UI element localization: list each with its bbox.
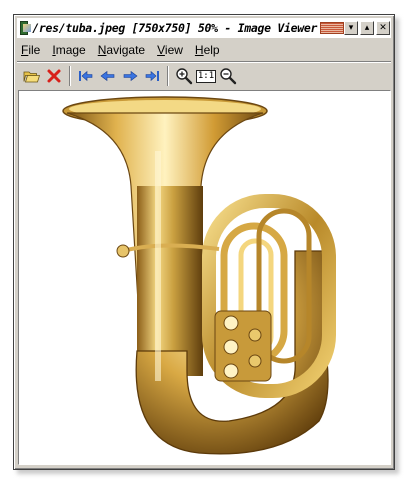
tuba-image (62, 96, 336, 455)
delete-icon[interactable] (43, 65, 65, 87)
title-decoration (320, 22, 344, 34)
app-icon[interactable] (20, 21, 32, 35)
menu-navigate-label: avigate (106, 43, 146, 57)
window-title: /res/tuba.jpeg [750x750] 50% - Image Vie… (32, 21, 318, 35)
toolbar: 1:1 (17, 64, 391, 88)
menu-image[interactable]: Image (52, 43, 85, 57)
menu-bar: File Image Navigate View Help (17, 41, 391, 59)
menu-divider (17, 61, 391, 63)
actual-size-label: 1:1 (195, 69, 217, 83)
minimize-button[interactable]: ▾ (344, 21, 358, 35)
menu-file-label: ile (28, 43, 41, 57)
toolbar-separator (69, 66, 71, 86)
menu-navigate[interactable]: Navigate (98, 43, 145, 57)
menu-file[interactable]: File (21, 43, 40, 57)
next-image-icon[interactable] (119, 65, 141, 87)
menu-view-label: iew (164, 43, 183, 57)
image-viewer-window: /res/tuba.jpeg [750x750] 50% - Image Vie… (13, 14, 395, 470)
menu-help-label: elp (203, 43, 220, 57)
zoom-in-icon[interactable] (173, 65, 195, 87)
menu-help-accel: H (194, 43, 204, 57)
menu-view-accel: V (157, 43, 165, 57)
open-folder-icon[interactable] (21, 65, 43, 87)
window-controls: ▾ ▴ ✕ (344, 21, 390, 35)
title-bar[interactable]: /res/tuba.jpeg [750x750] 50% - Image Vie… (17, 18, 391, 38)
menu-help[interactable]: Help (195, 43, 220, 57)
close-button[interactable]: ✕ (376, 21, 390, 35)
toolbar-separator (167, 66, 169, 86)
image-canvas[interactable] (18, 90, 391, 465)
last-image-icon[interactable] (141, 65, 163, 87)
menu-view[interactable]: View (157, 43, 183, 57)
menu-image-label: mage (55, 43, 86, 57)
first-image-icon[interactable] (75, 65, 97, 87)
maximize-button[interactable]: ▴ (360, 21, 374, 35)
actual-size-icon[interactable]: 1:1 (195, 65, 217, 87)
previous-image-icon[interactable] (97, 65, 119, 87)
zoom-out-icon[interactable] (217, 65, 239, 87)
